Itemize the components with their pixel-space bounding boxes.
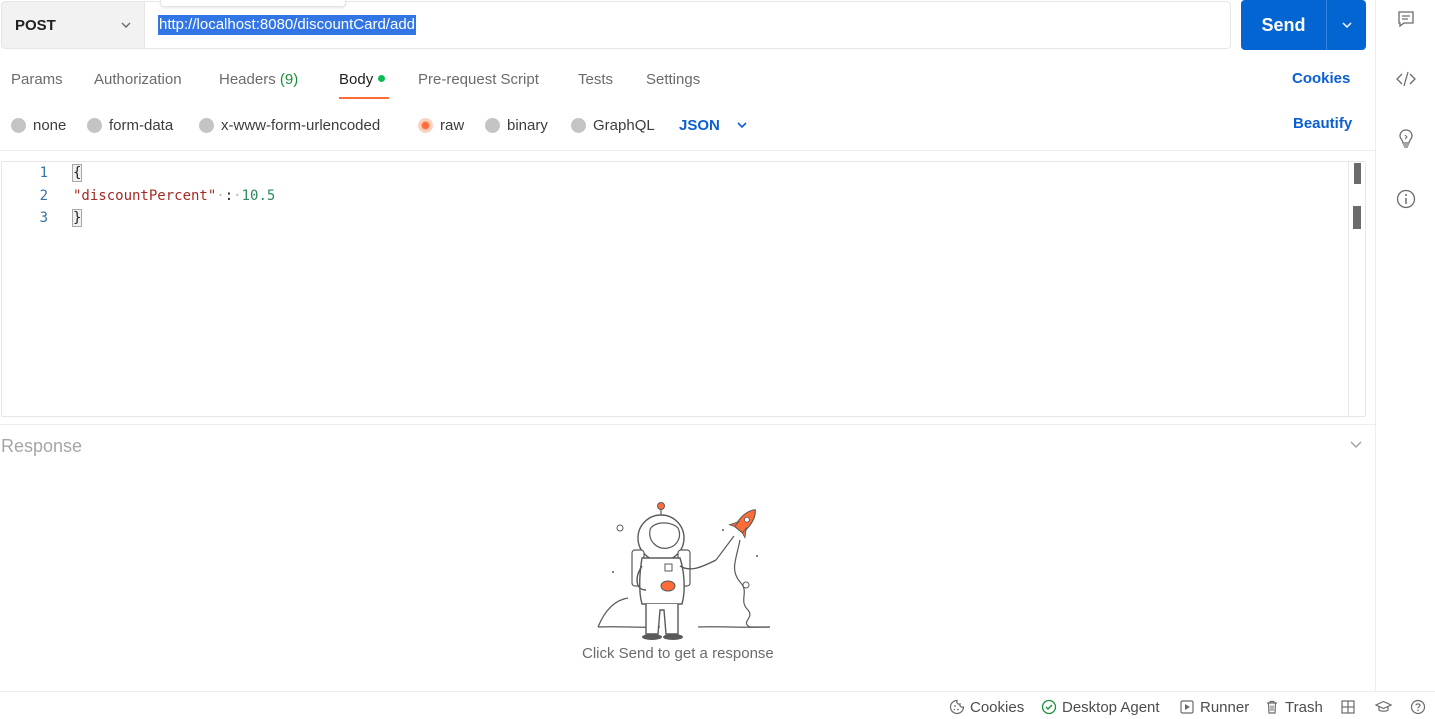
- body-indicator-dot: [378, 75, 386, 82]
- trash-icon: [1267, 700, 1277, 714]
- chevron-down-icon: [121, 22, 131, 28]
- statusbar-desktop-agent[interactable]: Desktop Agent: [1041, 698, 1160, 716]
- radio-label: none: [33, 116, 67, 134]
- tab-body[interactable]: Body: [339, 68, 386, 100]
- send-button[interactable]: Send: [1241, 15, 1326, 36]
- help-button[interactable]: [1410, 698, 1431, 716]
- send-button-group: Send: [1241, 0, 1366, 50]
- body-format-select[interactable]: JSON: [679, 113, 748, 137]
- radio-raw[interactable]: raw: [418, 113, 464, 137]
- send-options-button[interactable]: [1327, 0, 1366, 50]
- tab-label: Settings: [646, 71, 701, 88]
- layout-icon: [1341, 700, 1355, 714]
- editor-scrollbar[interactable]: [1348, 162, 1365, 416]
- radio-label: binary: [507, 116, 548, 134]
- line-number: 1: [39, 165, 48, 181]
- tab-pre-request-script[interactable]: Pre-request Script: [418, 68, 539, 100]
- lightbulb-icon[interactable]: [1395, 127, 1417, 149]
- statusbar-label: Runner: [1200, 698, 1250, 716]
- two-pane-toggle[interactable]: [1340, 698, 1361, 716]
- radio-graphql[interactable]: GraphQL: [571, 113, 655, 137]
- radio-x-www-form-urlencoded[interactable]: x-www-form-urlencoded: [199, 113, 380, 137]
- beautify-link[interactable]: Beautify: [1293, 115, 1352, 132]
- radio-circle: [87, 117, 102, 133]
- chevron-down-icon: [737, 122, 747, 129]
- cookies-link[interactable]: Cookies: [1292, 70, 1350, 87]
- chevron-down-icon[interactable]: [1349, 439, 1363, 451]
- tab-authorization[interactable]: Authorization: [94, 68, 182, 100]
- code-line: 1 {: [2, 162, 1342, 184]
- radio-binary[interactable]: binary: [485, 113, 548, 137]
- active-tab-underline: [339, 97, 389, 99]
- radio-label: x-www-form-urlencoded: [221, 116, 381, 134]
- tab-label: Params: [11, 71, 63, 88]
- statusbar-label: Trash: [1285, 698, 1323, 716]
- postman-request-view: POST http://localhost:8080/discountCard/…: [0, 0, 1435, 719]
- radio-circle: [571, 117, 586, 133]
- line-number: 3: [39, 210, 48, 226]
- bootcamp-icon: [1375, 700, 1392, 712]
- status-bar: Cookies Desktop Agent Runner Trash: [0, 691, 1435, 719]
- tab-settings[interactable]: Settings: [646, 68, 700, 100]
- radio-label: raw: [440, 116, 465, 134]
- tab-params[interactable]: Params: [11, 68, 63, 100]
- check-circle-icon: [1041, 699, 1057, 715]
- tab-tests[interactable]: Tests: [578, 68, 613, 100]
- statusbar-label: Cookies: [970, 698, 1025, 716]
- response-empty-hint: Click Send to get a response: [582, 645, 774, 662]
- divider: [0, 424, 1375, 425]
- help-icon: [1410, 699, 1426, 715]
- code-icon[interactable]: [1395, 68, 1417, 90]
- statusbar-cookies[interactable]: Cookies: [949, 698, 1024, 716]
- bootcamp-button[interactable]: [1375, 698, 1397, 716]
- radio-form-data[interactable]: form-data: [87, 113, 173, 137]
- method-label: POST: [15, 16, 56, 34]
- statusbar-trash[interactable]: Trash: [1264, 698, 1323, 716]
- code-line: 2 "discountPercent"·:·10.5: [2, 185, 1342, 207]
- astronaut-rocket-illustration: [597, 502, 771, 640]
- headers-count: (9): [279, 71, 299, 88]
- tab-label: Authorization: [94, 71, 182, 88]
- radio-circle: [418, 117, 433, 133]
- tab-label: Body: [339, 71, 374, 88]
- body-code-editor[interactable]: 1 { 2 "discountPercent"·:·10.5 3 }: [1, 161, 1366, 417]
- json-key: "discountPercent": [73, 188, 217, 204]
- play-icon: [1180, 700, 1194, 714]
- json-value: 10.5: [241, 188, 276, 204]
- divider: [0, 150, 1375, 151]
- radio-circle: [485, 117, 500, 133]
- url-input[interactable]: http://localhost:8080/discountCard/add: [145, 1, 1231, 49]
- url-text: http://localhost:8080/discountCard/add: [158, 15, 417, 35]
- scrollbar-marker: [1354, 163, 1361, 184]
- tab-label: Tests: [578, 71, 614, 88]
- statusbar-runner[interactable]: Runner: [1179, 698, 1249, 716]
- scrollbar-thumb[interactable]: [1353, 206, 1361, 229]
- tab-label: Headers: [219, 71, 276, 88]
- comments-icon[interactable]: [1395, 8, 1417, 30]
- chevron-down-icon: [1341, 22, 1352, 29]
- radio-circle: [199, 117, 214, 133]
- radio-none[interactable]: none: [11, 113, 66, 137]
- json-colon: :: [224, 188, 234, 204]
- method-select[interactable]: POST: [1, 1, 145, 49]
- cookie-icon: [949, 699, 965, 715]
- statusbar-label: Desktop Agent: [1062, 698, 1160, 716]
- format-label: JSON: [679, 116, 720, 134]
- radio-label: form-data: [109, 116, 174, 134]
- radio-circle: [11, 117, 26, 133]
- close-brace: }: [71, 209, 83, 227]
- url-tooltip-edge: [160, 0, 346, 7]
- code-line: 3 }: [2, 207, 1342, 229]
- response-title: Response: [1, 436, 83, 456]
- tab-label: Pre-request Script: [418, 71, 539, 88]
- radio-label: GraphQL: [593, 116, 655, 134]
- tab-headers[interactable]: Headers (9): [219, 68, 298, 100]
- right-sidebar: [1375, 0, 1435, 691]
- open-brace: {: [71, 164, 83, 182]
- line-number: 2: [39, 188, 48, 204]
- info-icon[interactable]: [1395, 188, 1417, 210]
